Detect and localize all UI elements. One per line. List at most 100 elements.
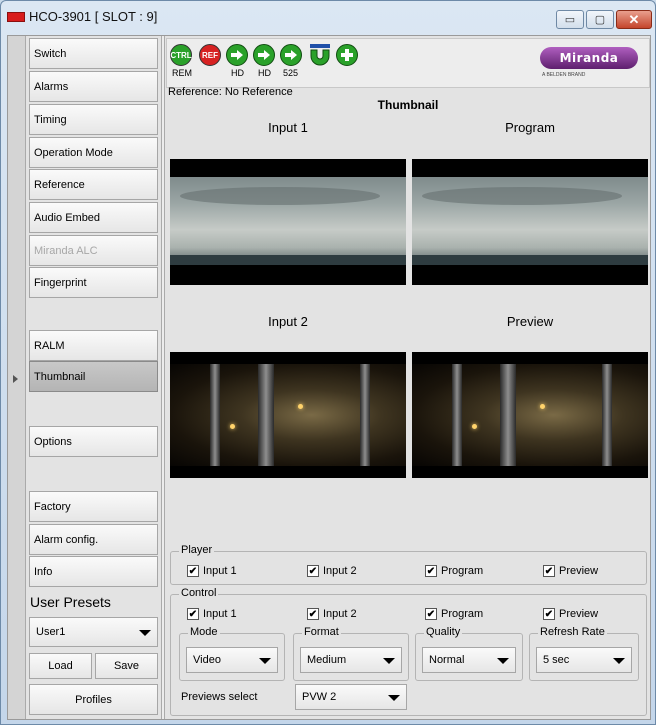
chevron-down-icon: [497, 658, 509, 664]
add-status-icon[interactable]: [336, 44, 358, 66]
sidebar-nav: Switch Alarms Timing Operation Mode Refe…: [28, 36, 160, 719]
player-program-label: Program: [441, 565, 484, 577]
page-title: Thumbnail: [377, 98, 439, 112]
input2-format-label: HD: [258, 68, 271, 78]
user-preset-value: User1: [36, 626, 66, 638]
format-select[interactable]: Medium: [300, 647, 402, 673]
player-preview-checkbox[interactable]: ✔ Preview: [543, 565, 598, 577]
control-input2-checkbox[interactable]: ✔ Input 2: [307, 608, 357, 620]
fingerprint-status-icon[interactable]: [308, 42, 332, 68]
refresh-rate-group: Refresh Rate 5 sec: [529, 626, 639, 681]
previews-select-value: PVW 2: [302, 691, 337, 703]
user-presets-label: User Presets: [30, 594, 111, 610]
load-button[interactable]: Load: [29, 653, 92, 679]
checkmark-icon: ✔: [543, 565, 555, 577]
sidebar-item-miranda-alc: Miranda ALC: [29, 235, 158, 266]
sidebar-item-info[interactable]: Info: [29, 556, 158, 587]
refresh-rate-label: Refresh Rate: [538, 626, 607, 638]
sidebar-item-audio-embed[interactable]: Audio Embed: [29, 202, 158, 233]
previews-select[interactable]: PVW 2: [295, 684, 407, 710]
miranda-logo: Miranda: [540, 47, 638, 69]
player-input2-label: Input 2: [323, 565, 357, 577]
refresh-rate-select[interactable]: 5 sec: [536, 647, 632, 673]
preview-label: Preview: [506, 314, 554, 329]
quality-value: Normal: [429, 654, 465, 666]
checkmark-icon: ✔: [543, 608, 555, 620]
sidebar-item-alarm-config[interactable]: Alarm config.: [29, 524, 158, 555]
window-title: HCO-3901 [ SLOT : 9]: [29, 9, 158, 24]
player-legend: Player: [179, 544, 215, 556]
input2-status-icon[interactable]: [253, 44, 275, 66]
chevron-down-icon: [383, 658, 395, 664]
arrow-right-icon: [285, 50, 297, 60]
player-input2-checkbox[interactable]: ✔ Input 2: [307, 565, 357, 577]
status-toolbar: CTRL REM REF HD HD 525 Miranda A BELDEN …: [166, 38, 650, 88]
maximize-button[interactable]: ▢: [586, 10, 614, 29]
player-preview-label: Preview: [559, 565, 599, 577]
output-status-icon[interactable]: [280, 44, 302, 66]
mode-select[interactable]: Video: [186, 647, 278, 673]
checkmark-icon: ✔: [187, 608, 199, 620]
plus-icon: [341, 49, 353, 61]
save-button[interactable]: Save: [95, 653, 158, 679]
belden-brand-label: A BELDEN BRAND: [542, 72, 586, 78]
control-preview-label: Preview: [559, 608, 599, 620]
mode-group: Mode Video: [179, 626, 285, 681]
checkmark-icon: ✔: [307, 608, 319, 620]
pane-divider[interactable]: [161, 36, 165, 719]
ctrl-status-label: REM: [172, 68, 192, 78]
sidebar-item-operation-mode[interactable]: Operation Mode: [29, 137, 158, 168]
sidebar-item-options[interactable]: Options: [29, 426, 158, 457]
minimize-button[interactable]: ▭: [556, 10, 584, 29]
user-preset-select[interactable]: User1: [29, 617, 158, 647]
control-input2-label: Input 2: [323, 608, 357, 620]
input2-label: Input 2: [268, 314, 308, 329]
mode-label: Mode: [188, 626, 220, 638]
input2-thumbnail: [170, 352, 406, 478]
input1-format-label: HD: [231, 68, 244, 78]
sidebar-item-timing[interactable]: Timing: [29, 104, 158, 135]
sidebar-item-ralm[interactable]: RALM: [29, 330, 158, 361]
reference-status-text: Reference: No Reference: [168, 86, 293, 98]
arrow-right-icon: [231, 50, 243, 60]
format-value: Medium: [307, 654, 347, 666]
control-legend: Control: [179, 587, 219, 599]
control-program-checkbox[interactable]: ✔ Program: [425, 608, 483, 620]
player-input1-checkbox[interactable]: ✔ Input 1: [187, 565, 237, 577]
control-program-label: Program: [441, 608, 484, 620]
player-group: Player ✔ Input 1 ✔ Input 2 ✔ Program ✔ P…: [170, 544, 647, 585]
control-input1-label: Input 1: [203, 608, 237, 620]
sidebar-item-switch[interactable]: Switch: [29, 38, 158, 69]
client-area: Switch Alarms Timing Operation Mode Refe…: [7, 35, 651, 720]
close-button[interactable]: ✕: [616, 10, 652, 29]
checkmark-icon: ✔: [425, 565, 437, 577]
preview-thumbnail: [412, 352, 648, 478]
refresh-rate-value: 5 sec: [543, 654, 570, 666]
quality-group: Quality Normal: [415, 626, 523, 681]
sidebar-item-thumbnail[interactable]: Thumbnail: [29, 361, 158, 392]
checkmark-icon: ✔: [187, 565, 199, 577]
sidebar-item-reference[interactable]: Reference: [29, 169, 158, 200]
ctrl-status-icon[interactable]: CTRL: [170, 44, 192, 66]
mode-value: Video: [193, 654, 221, 666]
chevron-down-icon: [613, 658, 625, 664]
title-bar[interactable]: HCO-3901 [ SLOT : 9] ▭ ▢ ✕: [1, 1, 655, 35]
arrow-right-icon: [258, 50, 270, 60]
output-format-label: 525: [283, 68, 299, 78]
sidebar-item-fingerprint[interactable]: Fingerprint: [29, 267, 158, 298]
format-group: Format Medium: [293, 626, 409, 681]
sidebar-item-factory[interactable]: Factory: [29, 491, 158, 522]
sidebar-item-alarms[interactable]: Alarms: [29, 71, 158, 102]
chevron-down-icon: [388, 695, 400, 701]
selection-strip: [8, 36, 26, 719]
checkmark-icon: ✔: [307, 565, 319, 577]
player-program-checkbox[interactable]: ✔ Program: [425, 565, 483, 577]
control-group: Control ✔ Input 1 ✔ Input 2 ✔ Program ✔ …: [170, 587, 647, 716]
quality-select[interactable]: Normal: [422, 647, 516, 673]
ref-status-icon[interactable]: REF: [199, 44, 221, 66]
control-preview-checkbox[interactable]: ✔ Preview: [543, 608, 598, 620]
profiles-button[interactable]: Profiles: [29, 684, 158, 715]
input1-status-icon[interactable]: [226, 44, 248, 66]
chevron-down-icon: [139, 630, 151, 636]
control-input1-checkbox[interactable]: ✔ Input 1: [187, 608, 237, 620]
